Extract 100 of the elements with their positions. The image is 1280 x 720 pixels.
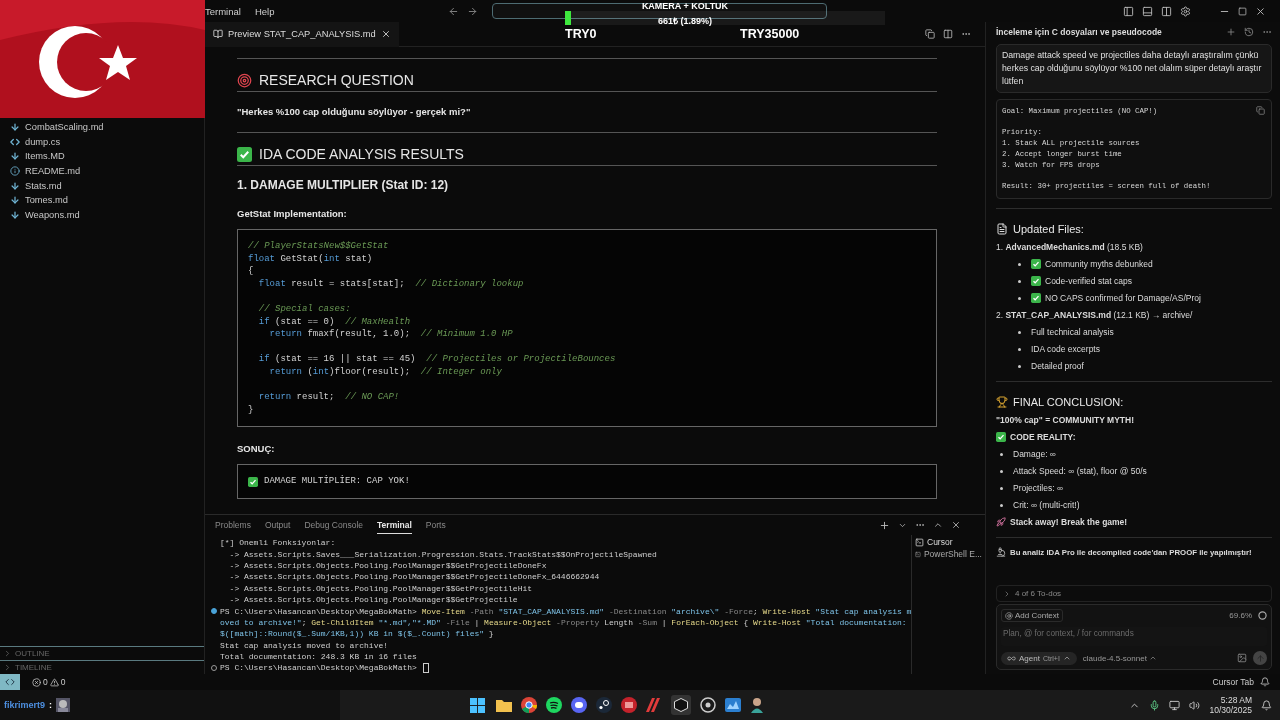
volume-icon[interactable] <box>1189 699 1201 711</box>
start-button[interactable] <box>467 695 487 715</box>
chat-app-icon[interactable] <box>571 697 587 713</box>
at-sign-icon <box>1005 611 1013 620</box>
new-chat-button[interactable] <box>1226 27 1236 37</box>
file-item[interactable]: Weapons.md <box>0 207 204 223</box>
toggle-panel-button[interactable] <box>1142 5 1153 17</box>
history-button[interactable] <box>1244 27 1254 37</box>
game-icon[interactable] <box>596 697 612 713</box>
menu-item[interactable]: Help <box>254 5 275 17</box>
panel-tab[interactable]: Output <box>264 516 291 534</box>
terminal-icon <box>915 537 924 547</box>
terminal-session[interactable]: PowerShell E... <box>915 549 982 559</box>
remote-button[interactable] <box>0 674 20 690</box>
music-icon[interactable] <box>546 697 562 713</box>
list-item: Projectiles: ∞ <box>1013 483 1063 494</box>
close-tab-button[interactable] <box>380 29 391 39</box>
todos-toggle[interactable]: 4 of 6 To-dos <box>996 585 1272 602</box>
chart-app-icon[interactable] <box>725 698 741 712</box>
section-header[interactable]: OUTLINE <box>0 646 204 660</box>
terminal-line: -> Assets.Scripts.Objects.Pooling.PoolManager$$GetProjectileDoneFx <box>228 560 547 570</box>
arrow-down-icon <box>10 151 20 162</box>
file-item[interactable]: Tomes.md <box>0 192 204 208</box>
check-icon <box>1031 293 1041 304</box>
close-panel-button[interactable] <box>951 520 961 530</box>
target-icon <box>237 72 252 88</box>
code-line: // Special cases: <box>257 302 352 316</box>
file-item[interactable]: Stats.md <box>0 178 204 193</box>
check-icon <box>237 146 252 162</box>
user-message: Damage attack speed ve projectiles daha detaylı araştıralım çünkü herkes cap olduğunu söylüyor %100 net olalım süper detaylı araştır lütfen <box>996 44 1272 93</box>
list-item: Full technical analysis <box>1031 327 1114 338</box>
clock[interactable]: 5:28 AM 10/30/2025 <box>1209 695 1252 715</box>
arrow-down-icon <box>10 195 20 206</box>
code-line: } <box>248 403 255 417</box>
panel-tab[interactable]: Ports <box>425 516 446 534</box>
stripes-app-icon[interactable] <box>646 698 662 712</box>
rocket-icon <box>996 517 1006 528</box>
info-icon <box>10 166 20 177</box>
bold-paragraph: "100% cap" = COMMUNITY MYTH! <box>996 415 1135 426</box>
chevron-up-icon <box>1062 654 1071 662</box>
document-icon <box>996 222 1008 235</box>
panel-tab[interactable]: Problems <box>215 516 251 534</box>
notifications-button[interactable] <box>1260 677 1270 687</box>
file-item[interactable]: Items.MD <box>0 149 204 164</box>
toggle-sidebar-button[interactable] <box>1123 5 1134 17</box>
search-field[interactable] <box>492 3 828 19</box>
menu-item[interactable]: Terminal <box>205 5 241 17</box>
app-icon[interactable] <box>621 697 637 713</box>
terminal-line: oved to archive!"; Get-ChildItem "*.md","*.MD" -File | Measure-Object -Property Length -Sum | ForEach-Object { Write-Host "Total documentation: <box>220 617 907 627</box>
text-cursor <box>422 663 429 673</box>
check-icon <box>248 476 258 487</box>
close-button[interactable] <box>1255 5 1266 17</box>
back-button[interactable] <box>448 5 460 17</box>
folder-icon[interactable] <box>496 698 512 712</box>
status-item[interactable]: Cursor Tab <box>1212 677 1254 687</box>
panel-tab[interactable]: Terminal <box>377 516 412 534</box>
warning-icon <box>49 677 59 687</box>
terminal-line: Stat cap analysis moved to archive! <box>220 640 389 650</box>
microphone-icon[interactable] <box>1149 699 1161 711</box>
person-app-icon[interactable] <box>750 697 764 713</box>
editor-tab[interactable]: Preview STAT_CAP_ANALYSIS.md <box>205 22 399 47</box>
code-line: if (stat == 16 || stat == 45) // Projectiles or ProjectileBounces <box>257 353 617 366</box>
code-file-icon <box>10 136 20 147</box>
status-dot-icon <box>211 608 217 615</box>
file-item[interactable]: README.md <box>0 163 204 179</box>
list-item: Code-verified stat caps <box>1045 276 1132 287</box>
editor-app-button[interactable] <box>671 695 691 715</box>
open-source-button[interactable] <box>925 29 935 39</box>
record-app-icon[interactable] <box>700 697 716 713</box>
panel-tab[interactable]: Debug Console <box>304 516 364 534</box>
image-button[interactable] <box>1237 653 1247 663</box>
copy-button[interactable] <box>1256 106 1265 115</box>
file-item[interactable]: dump.cs <box>0 134 204 150</box>
maximize-button[interactable] <box>1238 6 1247 16</box>
new-terminal-button[interactable] <box>879 519 890 531</box>
section-heading: FINAL CONCLUSION: <box>1013 395 1124 408</box>
terminal-icon <box>915 549 921 559</box>
chat-username: fikrimert9 <box>4 700 46 710</box>
chat-input[interactable]: Plan, @ for context, / for commands <box>1003 629 1265 638</box>
code-line: DAMAGE MULTİPLİER: CAP YOK! <box>264 475 410 488</box>
problems-button[interactable]: 0 0 <box>32 677 66 687</box>
notifications-button[interactable] <box>1261 699 1272 711</box>
context-usage: 69.6% <box>1229 611 1252 620</box>
list-item: 1. AdvancedMechanics.md (18.5 KB) <box>996 242 1143 253</box>
error-icon <box>32 677 41 687</box>
maximize-panel-button[interactable] <box>933 520 943 530</box>
terminal-session[interactable]: Cursor <box>915 537 982 547</box>
list-item: 2. STAT_CAP_ANALYSIS.md (12.1 KB) → archive/ <box>996 310 1193 321</box>
model-button[interactable]: claude-4.5-sonnet <box>1082 653 1157 663</box>
add-context-button[interactable]: Add Context <box>1001 609 1064 622</box>
check-icon <box>996 432 1006 443</box>
code-line: return result; // NO CAP! <box>257 391 401 404</box>
settings-button[interactable] <box>1180 5 1191 17</box>
split-editor-button[interactable] <box>943 29 953 39</box>
terminal-line: -> Assets.Scripts.Objects.Pooling.PoolManager$$GetProjectileDoneFx_6446662944 <box>228 572 600 582</box>
forward-button[interactable] <box>467 5 479 17</box>
layout-button[interactable] <box>1161 5 1172 17</box>
browser-icon[interactable] <box>521 697 537 713</box>
network-icon[interactable] <box>1169 699 1181 711</box>
file-item[interactable]: CombatScaling.md <box>0 120 204 135</box>
